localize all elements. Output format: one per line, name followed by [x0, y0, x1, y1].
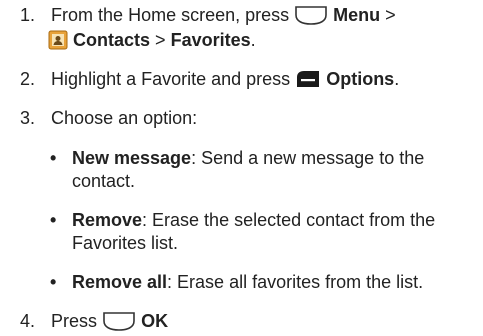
step-text: From the Home screen, press [51, 5, 290, 25]
period: . [394, 69, 400, 89]
options-label: Options [326, 69, 395, 89]
option-desc: contact. [72, 171, 136, 191]
period: . [250, 30, 256, 50]
step-1-line-2: Contacts > Favorites. [48, 29, 256, 51]
step-text: Choose an option: [51, 108, 198, 128]
menu-label: Menu [333, 5, 381, 25]
option-label: Remove all [72, 272, 168, 292]
option-new-message-line-1: • New message: Send a new message to the [50, 147, 424, 169]
center-soft-key-icon [294, 5, 328, 25]
separator: > [385, 5, 396, 25]
ok-label: OK [141, 311, 169, 331]
instructions-document: 1. From the Home screen, press Menu > Co… [0, 0, 483, 336]
separator: > [155, 30, 166, 50]
option-desc: : Send a new message to the [191, 148, 425, 168]
option-desc: Favorites list. [72, 233, 179, 253]
option-desc: : Erase all favorites from the list. [167, 272, 424, 292]
bullet: • [50, 210, 57, 230]
center-soft-key-icon [102, 311, 136, 331]
step-number: 3. [20, 108, 36, 128]
option-label: Remove [72, 210, 143, 230]
step-3: 3. Choose an option: [20, 107, 197, 129]
option-new-message-line-2: contact. [72, 170, 135, 192]
contacts-app-icon [48, 30, 68, 50]
favorites-label: Favorites [170, 30, 251, 50]
option-remove-line-1: • Remove: Erase the selected contact from… [50, 209, 435, 231]
step-1-line-1: 1. From the Home screen, press Menu > [20, 4, 396, 26]
step-text: Press [51, 311, 98, 331]
option-desc: : Erase the selected contact from the [142, 210, 436, 230]
option-remove-line-2: Favorites list. [72, 232, 178, 254]
step-number: 1. [20, 5, 36, 25]
bullet: • [50, 148, 57, 168]
step-4: 4. Press OK [20, 310, 168, 332]
step-text: Highlight a Favorite and press [51, 69, 291, 89]
step-2: 2. Highlight a Favorite and press Option… [20, 68, 399, 90]
right-soft-key-icon [295, 69, 321, 89]
contacts-label: Contacts [73, 30, 151, 50]
option-remove-all: • Remove all: Erase all favorites from th… [50, 271, 423, 293]
option-label: New message [72, 148, 192, 168]
bullet: • [50, 272, 57, 292]
step-number: 4. [20, 311, 36, 331]
step-number: 2. [20, 69, 36, 89]
